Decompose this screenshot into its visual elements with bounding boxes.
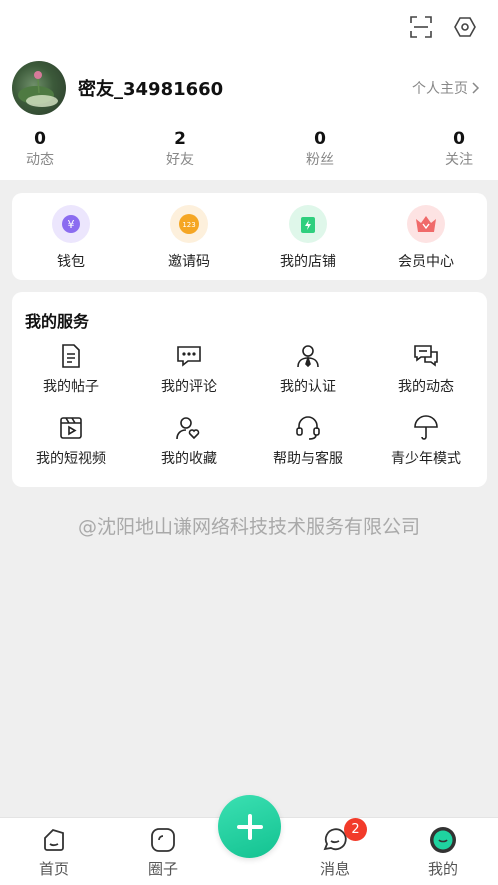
service-youth-mode[interactable]: 青少年模式 (367, 414, 485, 468)
services-title: 我的服务 (25, 312, 90, 331)
document-icon (57, 342, 85, 370)
moments-icon (412, 342, 440, 370)
verified-user-icon (294, 342, 322, 370)
service-my-posts[interactable]: 我的帖子 (12, 342, 130, 396)
stat-value: 2 (174, 129, 186, 149)
tab-messages[interactable]: 2 消息 (295, 818, 375, 879)
stat-label: 关注 (445, 152, 473, 168)
service-my-comments[interactable]: 我的评论 (130, 342, 248, 396)
settings-icon[interactable] (452, 14, 478, 40)
homepage-link-label: 个人主页 (412, 81, 468, 97)
profile-icon (429, 826, 457, 854)
quick-action-shop[interactable]: 我的店铺 (249, 205, 367, 271)
umbrella-icon (412, 414, 440, 442)
service-label: 我的评论 (161, 379, 217, 395)
tab-home[interactable]: 首页 (14, 826, 94, 879)
service-label: 我的帖子 (43, 379, 99, 395)
quick-actions-card: ¥ 钱包 123 邀请码 我的店铺 会员中心 (12, 193, 487, 280)
stat-label: 动态 (26, 152, 54, 168)
invite-code-icon: 123 (170, 205, 208, 243)
stats-row: 0 动态 2 好友 0 粉丝 0 关注 (0, 128, 498, 172)
service-label: 我的动态 (398, 379, 454, 395)
service-help-support[interactable]: 帮助与客服 (249, 414, 367, 468)
services-card: 我的服务 我的帖子 我的评论 我的认证 我的动态 我的短视频 我的收藏 帮助与客… (12, 292, 487, 487)
service-my-verification[interactable]: 我的认证 (249, 342, 367, 396)
tab-label: 我的 (427, 860, 458, 878)
message-icon: 2 (321, 818, 367, 854)
avatar[interactable] (12, 61, 66, 115)
service-label: 青少年模式 (391, 451, 461, 467)
video-icon (57, 414, 85, 442)
tab-circle[interactable]: 圈子 (123, 826, 203, 879)
service-my-short-videos[interactable]: 我的短视频 (12, 414, 130, 468)
wallet-icon: ¥ (52, 205, 90, 243)
profile-header: 密友_34981660 个人主页 0 动态 2 好友 0 粉丝 0 关注 (0, 0, 498, 180)
service-label: 我的收藏 (161, 451, 217, 467)
stat-value: 0 (34, 129, 46, 149)
tab-mine[interactable]: 我的 (403, 826, 483, 879)
stat-value: 0 (453, 129, 465, 149)
quick-action-invite-code[interactable]: 123 邀请码 (130, 205, 248, 271)
tab-label: 圈子 (147, 860, 178, 878)
stat-label: 好友 (166, 152, 194, 168)
headset-icon (294, 414, 322, 442)
profile-row[interactable]: 密友_34981660 个人主页 (12, 60, 486, 116)
service-my-moments[interactable]: 我的动态 (367, 342, 485, 396)
chevron-right-icon (472, 82, 480, 94)
service-label: 我的短视频 (36, 451, 106, 467)
quick-action-vip-center[interactable]: 会员中心 (367, 205, 485, 271)
stat-fans[interactable]: 0 粉丝 (285, 128, 355, 170)
homepage-link[interactable]: 个人主页 (412, 78, 480, 98)
vip-crown-icon (407, 205, 445, 243)
service-label: 帮助与客服 (273, 451, 343, 467)
quick-action-label: 钱包 (57, 254, 85, 270)
tab-label: 首页 (38, 860, 69, 878)
unread-badge: 2 (344, 818, 367, 841)
circle-icon (149, 826, 177, 854)
quick-action-label: 邀请码 (168, 254, 210, 270)
stat-posts[interactable]: 0 动态 (5, 128, 75, 170)
quick-action-wallet[interactable]: ¥ 钱包 (12, 205, 130, 271)
top-icons (408, 14, 478, 40)
tab-label: 消息 (319, 860, 350, 878)
stat-label: 粉丝 (306, 152, 334, 168)
svg-text:¥: ¥ (68, 218, 75, 231)
svg-text:123: 123 (182, 221, 195, 229)
home-icon (40, 826, 68, 854)
stat-friends[interactable]: 2 好友 (145, 128, 215, 170)
stat-value: 0 (314, 129, 326, 149)
scan-icon[interactable] (408, 14, 434, 40)
publish-button[interactable] (218, 795, 281, 858)
company-footer: @沈阳地山谦网络科技技术服务有限公司 (77, 516, 420, 538)
quick-action-label: 我的店铺 (280, 254, 336, 270)
favorite-user-icon (175, 414, 203, 442)
plus-icon (236, 813, 263, 840)
quick-action-label: 会员中心 (398, 254, 454, 270)
stat-following[interactable]: 0 关注 (424, 128, 494, 170)
username: 密友_34981660 (78, 79, 224, 100)
service-my-favorites[interactable]: 我的收藏 (130, 414, 248, 468)
shop-icon (289, 205, 327, 243)
comment-icon (175, 342, 203, 370)
service-label: 我的认证 (280, 379, 336, 395)
